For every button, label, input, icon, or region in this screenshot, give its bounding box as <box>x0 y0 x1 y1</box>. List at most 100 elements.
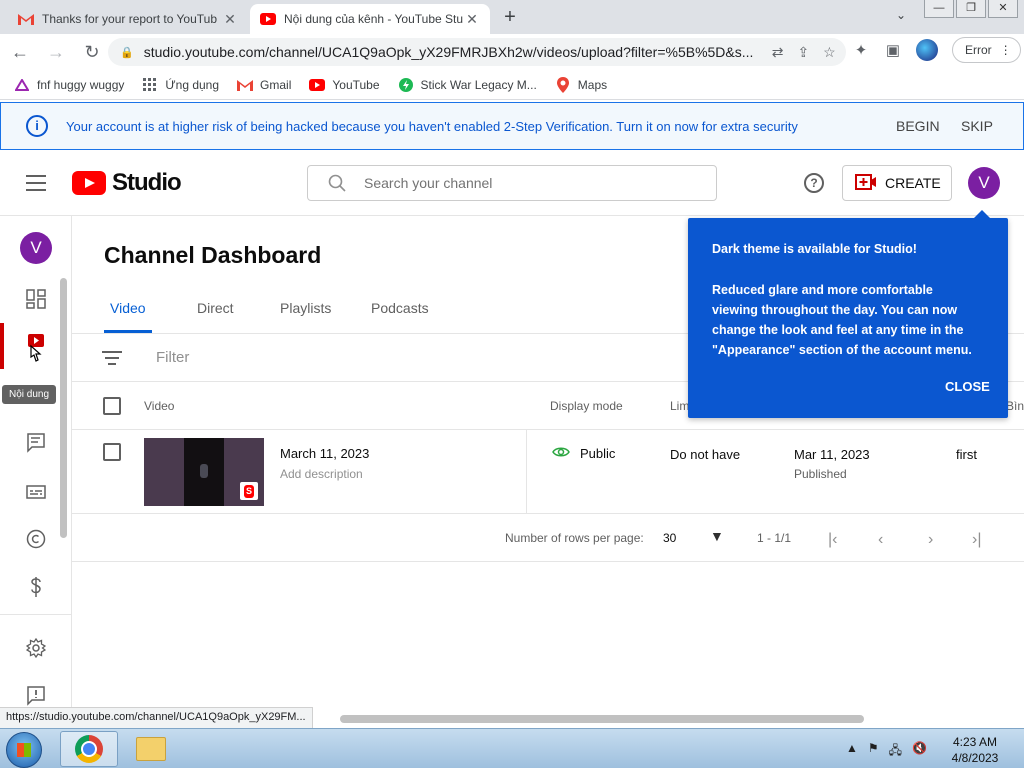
taskbar-chrome[interactable] <box>60 731 118 767</box>
bookmark-label: Maps <box>577 77 608 92</box>
forward-icon[interactable]: → <box>40 42 72 63</box>
dashboard-icon[interactable] <box>25 288 47 310</box>
dropdown-arrow-icon[interactable]: ▼ <box>710 528 724 544</box>
close-window-button[interactable]: ✕ <box>988 0 1018 18</box>
bookmark-star-icon[interactable]: ☆ <box>823 44 836 61</box>
menu-icon[interactable] <box>26 175 46 196</box>
system-tray: ▲ ⚑ 🖧 🔇 <box>846 741 927 762</box>
browser-tab-youtube-studio[interactable]: Nội dung của kênh - YouTube Stu ✕ <box>250 4 490 34</box>
maximize-button[interactable]: ❐ <box>956 0 986 18</box>
bookmark-youtube[interactable]: YouTube <box>309 77 380 93</box>
skip-button[interactable]: SKIP <box>961 118 993 134</box>
horizontal-scrollbar[interactable] <box>340 715 864 723</box>
bookmark-apps[interactable]: Ứng dụng <box>142 77 219 93</box>
create-button[interactable]: CREATE <box>842 165 952 201</box>
previous-page-icon[interactable]: ‹ <box>878 531 883 549</box>
left-nav: V Nội dung <box>0 216 72 716</box>
side-panel-icon[interactable]: ▣ <box>884 41 902 59</box>
search-input[interactable] <box>364 175 684 191</box>
tab-podcasts[interactable]: Podcasts <box>371 300 429 333</box>
settings-gear-icon[interactable] <box>25 637 47 659</box>
visibility-cell[interactable]: Public <box>552 446 615 461</box>
first-page-icon[interactable]: |‹ <box>828 531 837 549</box>
bookmark-gmail[interactable]: Gmail <box>237 77 291 93</box>
lock-icon[interactable]: 🔒 <box>120 46 134 59</box>
video-thumbnail[interactable]: S <box>144 438 264 506</box>
start-button[interactable] <box>6 732 42 768</box>
feedback-icon[interactable] <box>25 685 47 707</box>
search-box[interactable] <box>307 165 717 201</box>
bookmark-label: YouTube <box>332 77 380 92</box>
views-cell: first <box>956 447 977 462</box>
comments-icon[interactable] <box>25 432 47 454</box>
browser-tab-gmail[interactable]: Thanks for your report to YouTub ✕ <box>8 4 248 34</box>
bookmark-fnf[interactable]: fnf huggy wuggy <box>14 77 124 93</box>
studio-header: Studio ? CREATE V <box>0 150 1024 216</box>
column-comments[interactable]: Bìn <box>1006 399 1024 413</box>
close-tab-icon[interactable]: ✕ <box>464 11 480 28</box>
browser-toolbar: ← → ↻ 🔒 studio.youtube.com/channel/UCA1Q… <box>0 34 1024 70</box>
begin-button[interactable]: BEGIN <box>896 118 940 134</box>
studio-logo[interactable]: Studio <box>72 169 182 197</box>
share-icon[interactable]: ⇪ <box>797 44 809 61</box>
restrictions-cell: Do not have <box>670 447 741 462</box>
create-label: CREATE <box>885 175 941 191</box>
tab-search-chevron-icon[interactable]: ⌄ <box>896 8 906 22</box>
video-description[interactable]: Add description <box>280 467 363 481</box>
popup-close-button[interactable]: CLOSE <box>945 379 990 394</box>
date-cell: Mar 11, 2023 <box>794 447 870 462</box>
row-checkbox[interactable] <box>103 443 121 461</box>
gmail-icon <box>237 77 254 93</box>
table-row[interactable]: S March 11, 2023 Add description Public … <box>72 430 1024 514</box>
filter-icon[interactable] <box>102 351 122 369</box>
tab-direct[interactable]: Direct <box>197 300 234 333</box>
clock[interactable]: 4:23 AM 4/8/2023 <box>940 734 1010 766</box>
earn-icon[interactable] <box>25 576 47 598</box>
last-page-icon[interactable]: ›| <box>972 531 981 549</box>
content-icon[interactable] <box>25 334 47 362</box>
tab-video[interactable]: Video <box>104 300 152 333</box>
help-icon[interactable]: ? <box>804 173 824 193</box>
profile-avatar[interactable] <box>916 39 938 61</box>
url-text[interactable]: studio.youtube.com/channel/UCA1Q9aOpk_yX… <box>144 44 764 60</box>
account-avatar[interactable]: V <box>968 167 1000 199</box>
back-icon[interactable]: ← <box>4 42 36 63</box>
subtitles-icon[interactable] <box>25 481 47 503</box>
youtube-logo-icon <box>72 171 106 195</box>
select-all-checkbox[interactable] <box>103 397 121 415</box>
video-title[interactable]: March 11, 2023 <box>280 446 369 461</box>
rows-per-page-select[interactable]: 30 <box>663 531 676 545</box>
extensions-icon[interactable]: ✦ <box>852 41 870 59</box>
reload-icon[interactable]: ↻ <box>76 42 108 63</box>
youtube-icon <box>260 11 276 27</box>
address-bar[interactable]: 🔒 studio.youtube.com/channel/UCA1Q9aOpk_… <box>108 38 846 66</box>
lightning-icon <box>398 77 414 93</box>
status-cell: Published <box>794 467 847 481</box>
taskbar-explorer[interactable] <box>122 731 180 767</box>
translate-icon[interactable]: ⇄ <box>772 44 784 61</box>
tray-expand-icon[interactable]: ▲ <box>846 741 858 762</box>
nav-scrollbar[interactable] <box>60 278 67 538</box>
popup-body: Reduced glare and more comfortable viewi… <box>712 283 972 357</box>
flag-icon[interactable]: ⚑ <box>868 741 879 762</box>
new-tab-button[interactable]: + <box>498 6 522 29</box>
volume-muted-icon[interactable]: 🔇 <box>912 741 927 762</box>
filter-input[interactable]: Filter <box>156 349 189 366</box>
close-tab-icon[interactable]: ✕ <box>222 11 238 28</box>
next-page-icon[interactable]: › <box>928 531 933 549</box>
bookmark-maps[interactable]: Maps <box>555 76 608 93</box>
folder-icon <box>136 737 166 761</box>
nav-divider <box>0 614 72 615</box>
channel-avatar[interactable]: V <box>20 232 52 264</box>
copyright-icon[interactable] <box>25 528 47 550</box>
column-display-mode[interactable]: Display mode <box>550 399 623 413</box>
column-restrictions[interactable]: Lim <box>670 399 689 413</box>
profile-error-button[interactable]: Error ⋮ <box>952 37 1021 63</box>
bookmark-label: fnf huggy wuggy <box>37 77 125 92</box>
visibility-label: Public <box>580 446 616 461</box>
minimize-button[interactable]: — <box>924 0 954 18</box>
tab-playlists[interactable]: Playlists <box>280 300 331 333</box>
network-icon[interactable]: 🖧 <box>889 741 902 762</box>
column-video[interactable]: Video <box>144 399 174 413</box>
bookmark-stick-war[interactable]: Stick War Legacy M... <box>398 77 537 93</box>
